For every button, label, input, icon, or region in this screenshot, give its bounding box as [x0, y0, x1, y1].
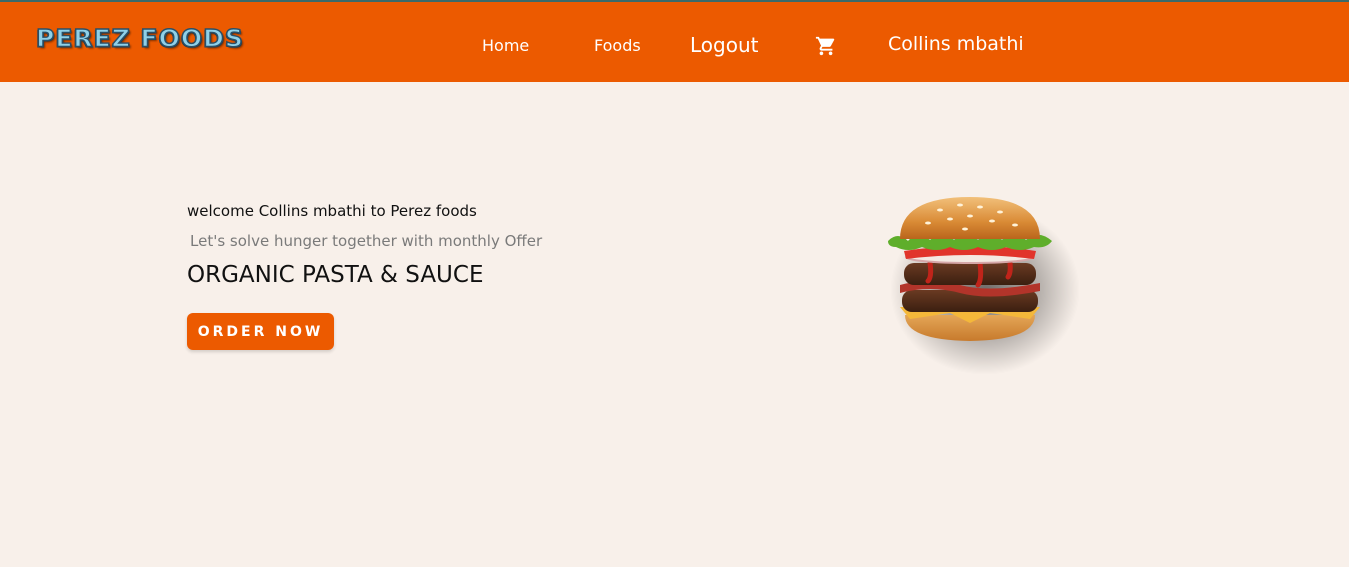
shopping-cart-icon[interactable] [815, 35, 837, 57]
nav-foods-link[interactable]: Foods [594, 36, 641, 55]
nav-logout-link[interactable]: Logout [690, 33, 758, 57]
welcome-text: welcome Collins mbathi to Perez foods [187, 202, 477, 220]
nav-home-link[interactable]: Home [482, 36, 529, 55]
burger-image [870, 185, 1080, 375]
hero-subtitle: Let's solve hunger together with monthly… [190, 232, 543, 250]
user-name-label[interactable]: Collins mbathi [888, 33, 1024, 55]
brand-logo[interactable]: PEREZ FOODS [35, 24, 244, 53]
order-now-button[interactable]: ORDER NOW [187, 313, 334, 350]
hero-title: ORGANIC PASTA & SAUCE [187, 262, 484, 288]
top-navbar: PEREZ FOODS Home Foods Logout Collins mb… [0, 2, 1349, 82]
